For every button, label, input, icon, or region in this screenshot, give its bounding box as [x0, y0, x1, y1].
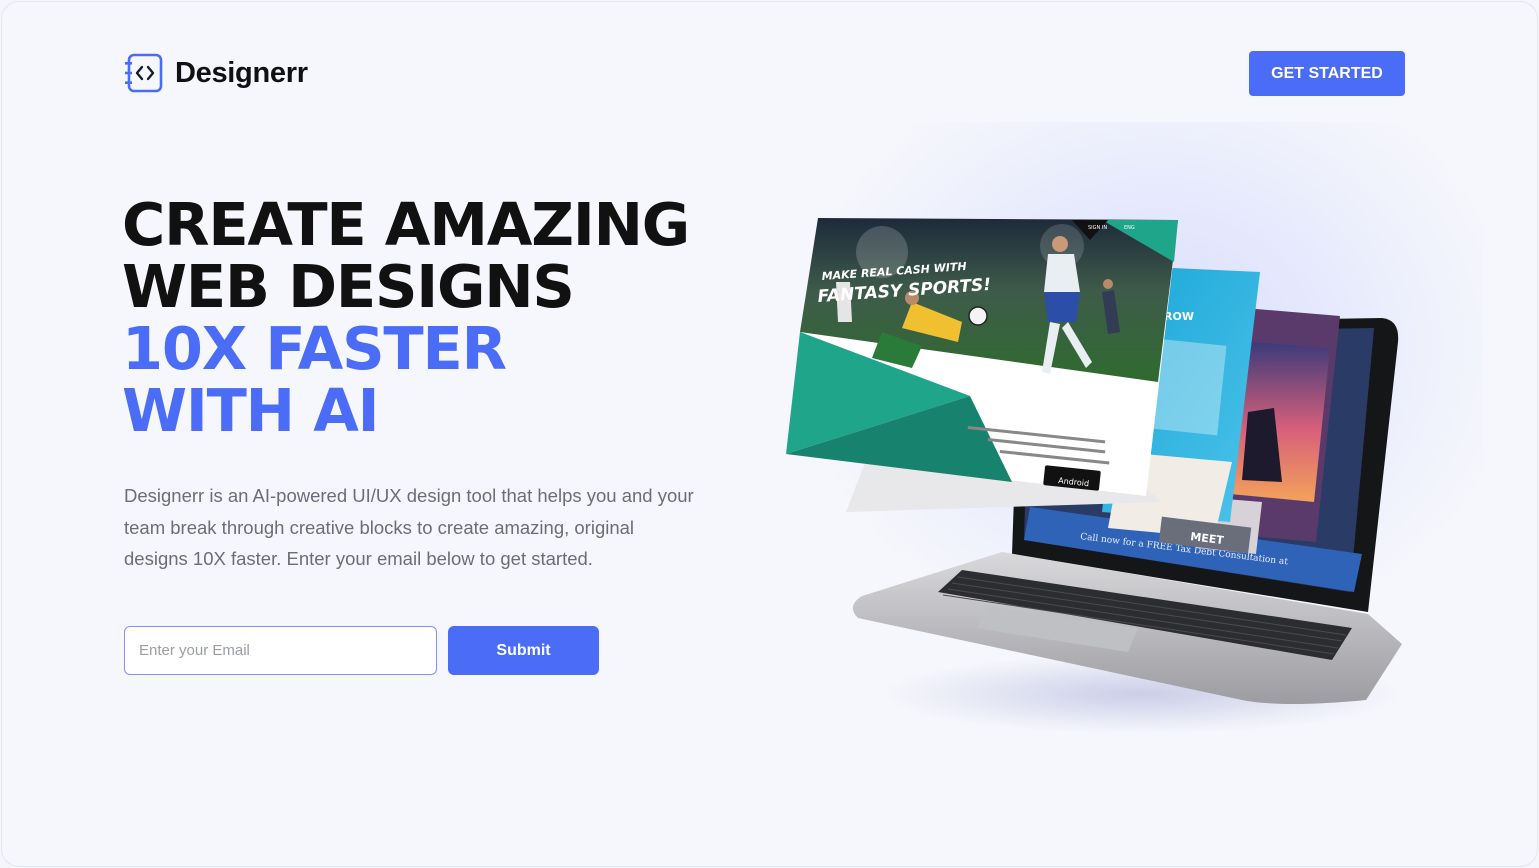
- hero-headline: CREATE AMAZING WEB DESIGNS 10X FASTER WI…: [122, 190, 690, 445]
- laptop-illustration: Call now for a FREE Tax Debt Consultatio…: [762, 182, 1442, 742]
- football-ball: [968, 306, 988, 326]
- get-started-button[interactable]: GET STARTED: [1249, 51, 1405, 96]
- screen1-nav-lang: ENG: [1124, 225, 1135, 231]
- hero-description: Designerr is an AI-powered UI/UX design …: [124, 485, 694, 569]
- headline-line-1: CREATE AMAZING: [122, 190, 690, 259]
- brand-name: Designerr: [175, 56, 308, 89]
- headline-line-2: WEB DESIGNS: [122, 252, 575, 321]
- page-frame: Designerr GET STARTED CREATE AMAZING WEB…: [1, 1, 1538, 867]
- screen2-heading: ROW: [1164, 310, 1194, 323]
- headline-line-3: 10X FASTER: [122, 314, 507, 383]
- submit-button[interactable]: Submit: [448, 626, 599, 675]
- screen1-nav-signin: SIGN IN: [1088, 225, 1107, 231]
- code-brackets-icon: [124, 52, 164, 94]
- brand-logo[interactable]: Designerr: [124, 52, 308, 94]
- headline-line-4: WITH AI: [122, 376, 380, 445]
- email-input[interactable]: [124, 626, 437, 675]
